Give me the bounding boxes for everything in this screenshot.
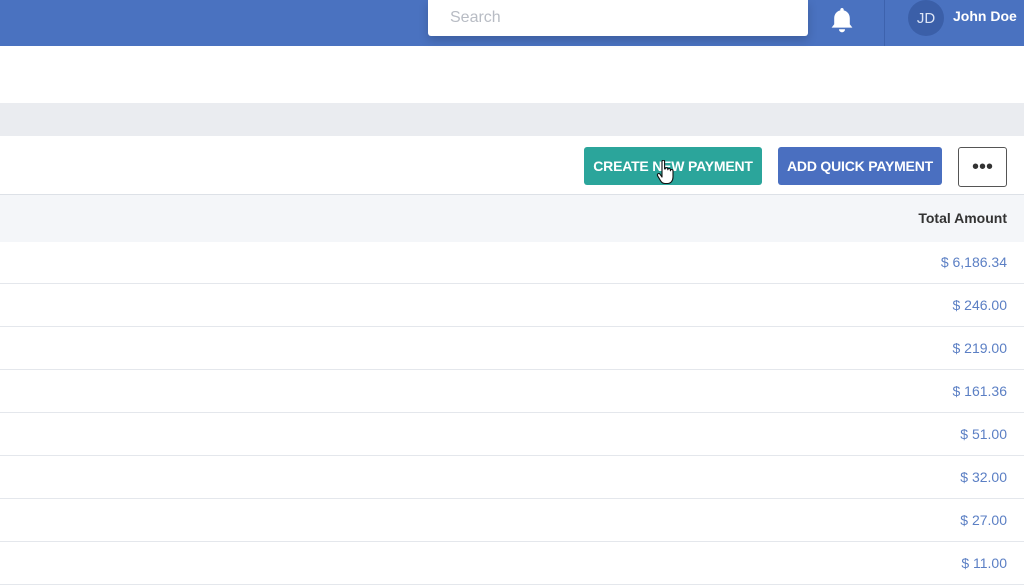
- user-avatar[interactable]: JD: [908, 0, 944, 36]
- column-header-total-amount[interactable]: Total Amount: [918, 210, 1007, 226]
- table-header: Total Amount: [0, 194, 1024, 242]
- total-amount-cell: $ 6,186.34: [940, 254, 1007, 270]
- page-subheader-band: [0, 103, 1024, 136]
- table-row[interactable]: $ 219.00: [0, 327, 1024, 370]
- search-input[interactable]: [428, 0, 808, 36]
- total-amount-cell: $ 219.00: [952, 340, 1008, 356]
- add-quick-payment-button[interactable]: ADD QUICK PAYMENT: [778, 147, 942, 185]
- total-amount-cell: $ 161.36: [952, 383, 1008, 399]
- avatar-initials: JD: [916, 9, 936, 27]
- table-row[interactable]: $ 11.00: [0, 542, 1024, 585]
- table-row[interactable]: $ 51.00: [0, 413, 1024, 456]
- total-amount-cell: $ 27.00: [960, 512, 1007, 528]
- top-navigation-bar: JD John Doe: [0, 0, 1024, 46]
- total-amount-cell: $ 246.00: [952, 297, 1008, 313]
- user-name[interactable]: John Doe: [953, 8, 1017, 24]
- header-divider: [884, 0, 885, 46]
- total-amount-cell: $ 11.00: [961, 555, 1007, 571]
- pointer-cursor-icon: [656, 160, 674, 185]
- table-row[interactable]: $ 32.00: [0, 456, 1024, 499]
- payments-table-body: $ 6,186.34 $ 246.00 $ 219.00 $ 161.36 $ …: [0, 241, 1024, 585]
- more-options-button[interactable]: •••: [958, 147, 1007, 187]
- more-options-icon: •••: [971, 155, 993, 178]
- total-amount-cell: $ 32.00: [960, 469, 1007, 485]
- bell-icon[interactable]: [826, 5, 858, 35]
- search-box: [428, 0, 808, 36]
- table-row[interactable]: $ 161.36: [0, 370, 1024, 413]
- table-row[interactable]: $ 27.00: [0, 499, 1024, 542]
- total-amount-cell: $ 51.00: [960, 426, 1007, 442]
- table-row[interactable]: $ 6,186.34: [0, 241, 1024, 284]
- table-row[interactable]: $ 246.00: [0, 284, 1024, 327]
